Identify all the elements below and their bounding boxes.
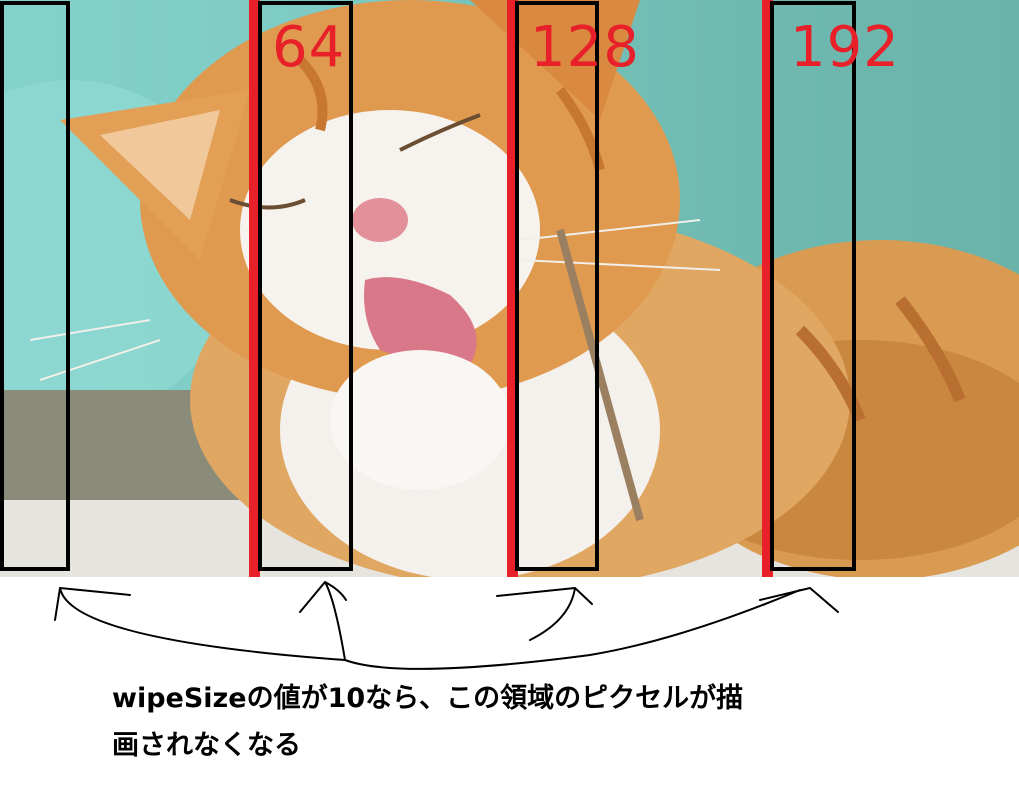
caption-line-2: 画されなくなる — [112, 730, 301, 761]
label-192: 192 — [790, 15, 900, 80]
label-128: 128 — [530, 15, 640, 80]
wipe-region-box-192 — [770, 1, 856, 571]
wipe-region-box-0 — [0, 1, 70, 571]
connector-curve — [59, 587, 801, 670]
label-64: 64 — [272, 15, 346, 80]
arrow-head-1 — [54, 587, 131, 621]
arrow-head-3 — [496, 587, 593, 641]
cat-photo: 64 128 192 — [0, 0, 1019, 577]
caption-line-1: wipeSizeの値が10なら、この領域のピクセルが描 — [112, 683, 744, 714]
hand-drawn-arrows — [54, 581, 839, 670]
arrow-head-4 — [759, 587, 839, 613]
wipe-region-box-128 — [515, 1, 599, 571]
arrow-head-2 — [299, 581, 347, 661]
wipe-region-box-64 — [258, 1, 353, 571]
